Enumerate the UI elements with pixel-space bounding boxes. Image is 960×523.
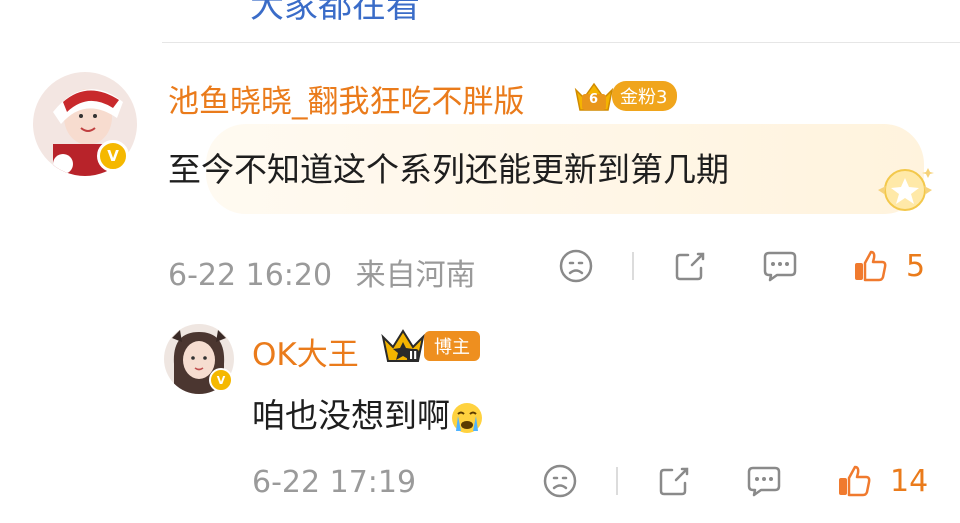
like-icon [855,250,887,282]
share-button[interactable] [670,246,710,286]
crying-face-emoji [450,401,484,435]
comment-timestamp: 6-22 16:20 来自河南 [168,250,476,294]
crown-icon: II [380,327,426,365]
star-medal-icon [870,160,940,216]
action-separator [632,252,634,280]
reply-username[interactable]: OK大王 [252,329,359,374]
like-count: 5 [906,248,926,284]
comment-text: 至今不知道这个系列还能更新到第几期 [168,150,729,189]
reply-share-button[interactable] [654,461,694,501]
reply-text: 咱也没想到啊 [252,389,484,437]
previous-comment-fragment: 大家都在看 [250,0,420,26]
comment-icon [763,251,797,282]
dislike-button[interactable] [556,246,596,286]
sad-face-icon [543,464,577,498]
reply-button[interactable] [760,246,800,286]
crown-icon: 6 [572,78,616,114]
action-separator [616,467,618,495]
reply-like-count: 14 [890,463,929,499]
reply-dislike-button[interactable] [540,461,580,501]
reply-text-content: 咱也没想到啊 [252,396,450,435]
sad-face-icon [559,249,593,283]
comment-location: 来自河南 [355,258,476,293]
fan-label: 金粉3 [612,81,678,111]
divider [162,42,960,43]
like-icon [839,465,871,497]
fan-level-number: 6 [589,92,599,107]
reply-comment-button[interactable] [744,461,784,501]
like-button[interactable]: 5 [852,246,928,286]
reply-date: 6-22 17:19 [252,465,417,500]
owner-badge[interactable]: II 博主 [380,327,480,365]
comment-username[interactable]: 池鱼晓晓_翻我狂吃不胖版 [168,76,525,121]
verified-icon: V [209,368,233,392]
owner-label: 博主 [424,331,480,361]
verified-icon: V [97,140,129,172]
reply-timestamp: 6-22 17:19 [252,465,416,500]
share-icon [659,467,689,496]
owner-level-number: II [407,349,420,362]
comment-icon [747,466,781,497]
reply-like-button[interactable]: 14 [836,461,936,501]
share-icon [675,252,705,281]
comment-date: 6-22 16:20 [168,258,333,293]
fan-badge[interactable]: 6 金粉3 [572,78,678,114]
